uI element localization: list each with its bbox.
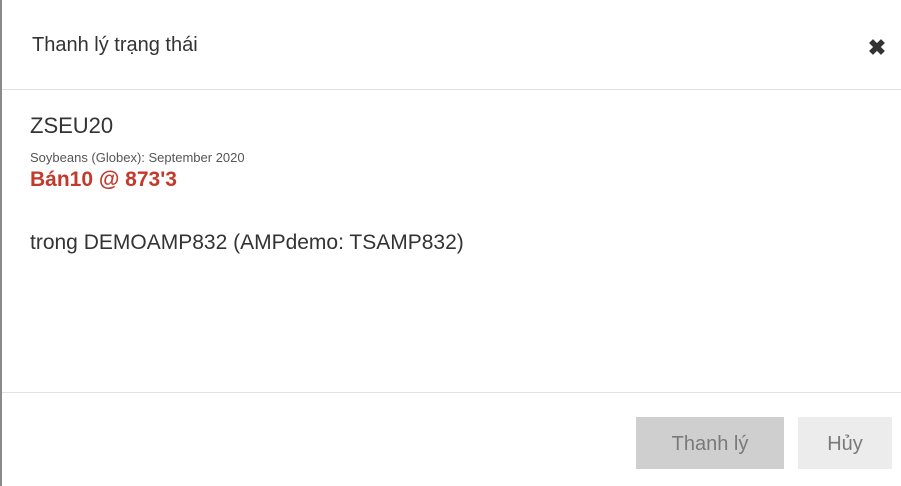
liquidate-button[interactable]: Thanh lý (636, 417, 784, 469)
contract-description: Soybeans (Globex): September 2020 (30, 150, 245, 165)
dialog-body: ZSEU20 Soybeans (Globex): September 2020… (2, 90, 901, 392)
dialog-title: Thanh lý trạng thái (32, 34, 198, 56)
contract-symbol: ZSEU20 (30, 113, 114, 138)
account-info: trong DEMOAMP832 (AMPdemo: TSAMP832) (30, 231, 464, 254)
close-icon[interactable]: ✖ (865, 36, 889, 60)
dialog-footer: Thanh lý Hủy (2, 392, 901, 486)
order-summary: Bán10 @ 873'3 (30, 168, 177, 191)
dialog-header: Thanh lý trạng thái ✖ (2, 0, 901, 90)
cancel-button[interactable]: Hủy (798, 417, 892, 469)
liquidate-position-dialog: Thanh lý trạng thái ✖ ZSEU20 Soybeans (G… (0, 0, 901, 486)
